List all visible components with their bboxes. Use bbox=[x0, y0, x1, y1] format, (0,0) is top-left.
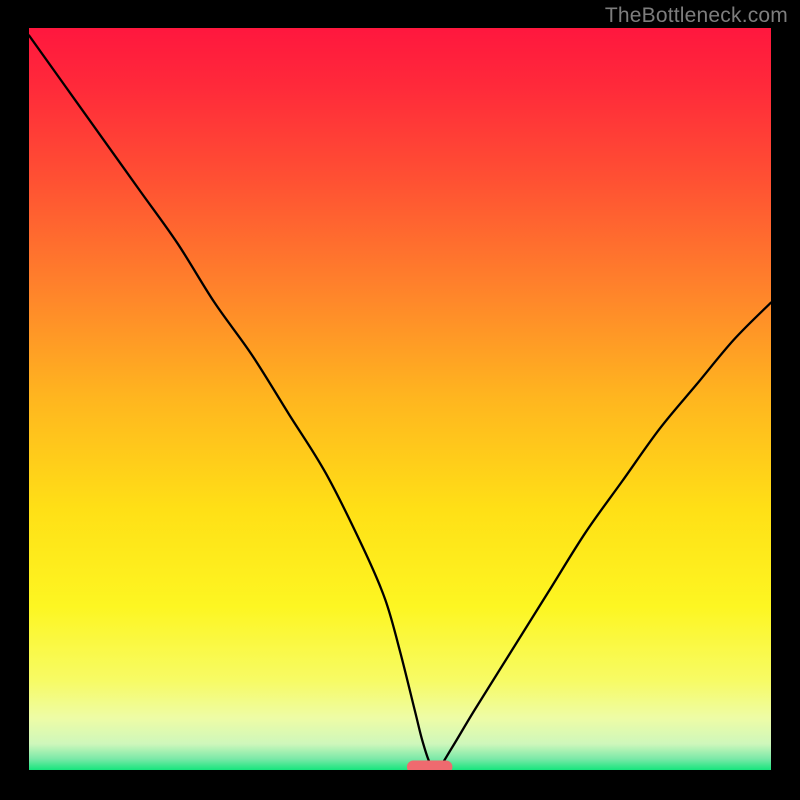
gradient-background bbox=[29, 28, 771, 770]
watermark-text: TheBottleneck.com bbox=[605, 4, 788, 28]
chart-frame: TheBottleneck.com bbox=[0, 0, 800, 800]
optimal-marker bbox=[407, 761, 452, 770]
bottleneck-chart bbox=[29, 28, 771, 770]
